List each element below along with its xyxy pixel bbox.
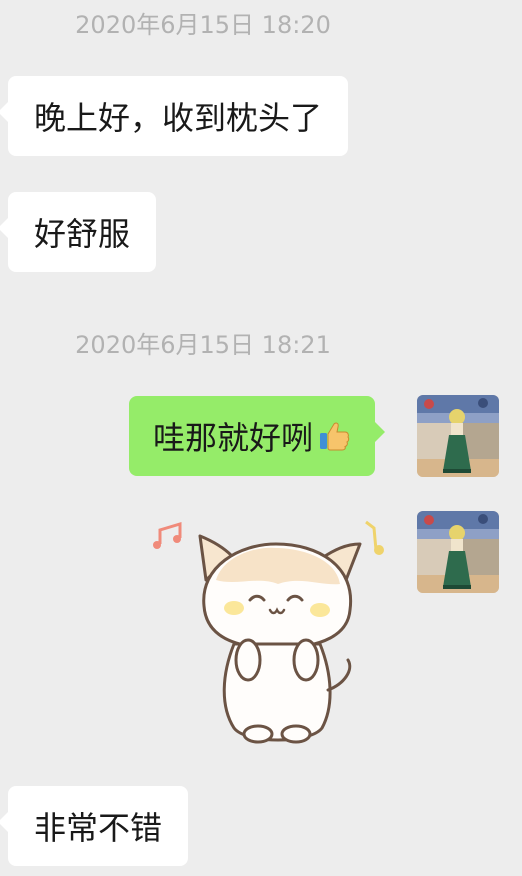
music-note-icon <box>153 521 182 549</box>
message-bubble-incoming[interactable]: 晚上好，收到枕头了 <box>0 76 349 156</box>
message-bubble-outgoing[interactable]: 哇那就好咧 <box>129 396 386 476</box>
message-text: 非常不错 <box>34 809 163 847</box>
message-bubble-incoming[interactable]: 非常不错 <box>0 786 189 866</box>
avatar[interactable] <box>417 395 499 477</box>
message-text: 哇那就好咧 <box>153 419 314 457</box>
timestamp: 2020年6月15日 18:21 <box>75 331 331 359</box>
message-text: 晚上好，收到枕头了 <box>34 99 323 137</box>
timestamp: 2020年6月15日 18:20 <box>75 11 331 39</box>
white-cat-sticker[interactable] <box>150 510 400 760</box>
message-text: 好舒服 <box>34 215 131 253</box>
avatar[interactable] <box>417 511 499 593</box>
message-bubble-incoming[interactable]: 好舒服 <box>0 192 157 272</box>
music-note-icon <box>365 520 384 555</box>
thumbs-up-icon <box>317 419 351 453</box>
